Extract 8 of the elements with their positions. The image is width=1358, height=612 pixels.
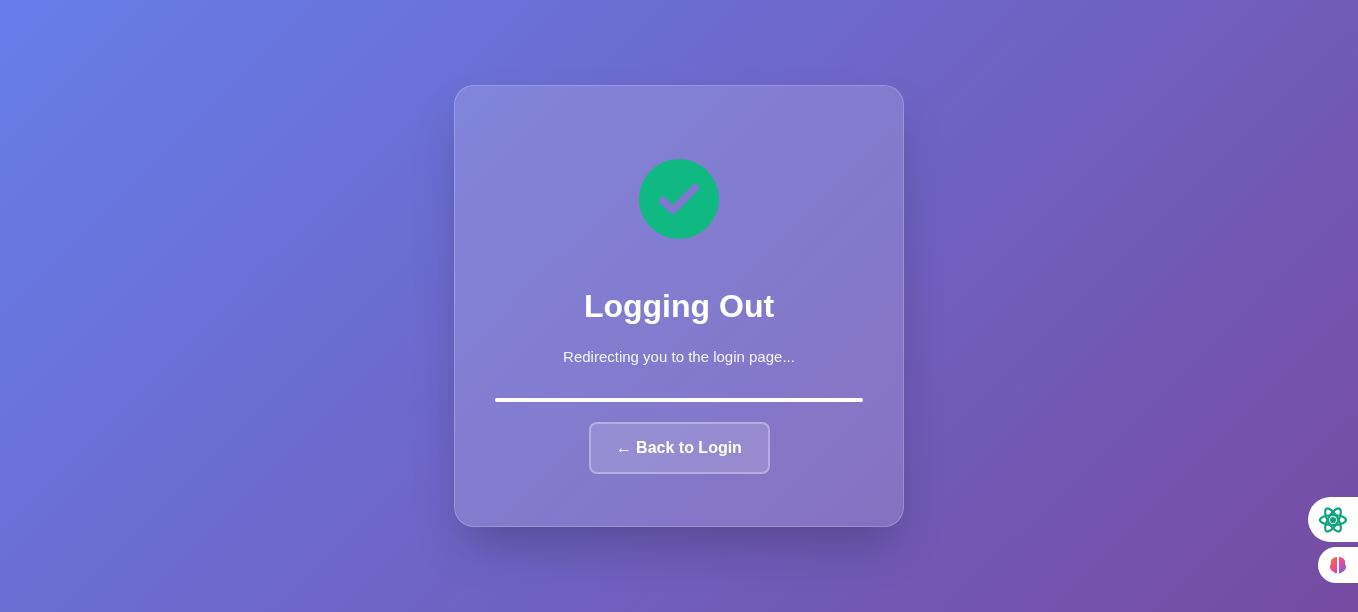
check-icon [639,159,719,239]
atom-icon [1318,504,1348,535]
brain-icon [1328,555,1348,575]
assistant-button[interactable] [1308,497,1358,542]
back-to-login-button[interactable]: ← Back to Login [588,421,770,474]
message: Redirecting you to the login page... [563,347,795,367]
title: Logging Out [583,287,775,326]
brain-button[interactable] [1318,547,1358,583]
